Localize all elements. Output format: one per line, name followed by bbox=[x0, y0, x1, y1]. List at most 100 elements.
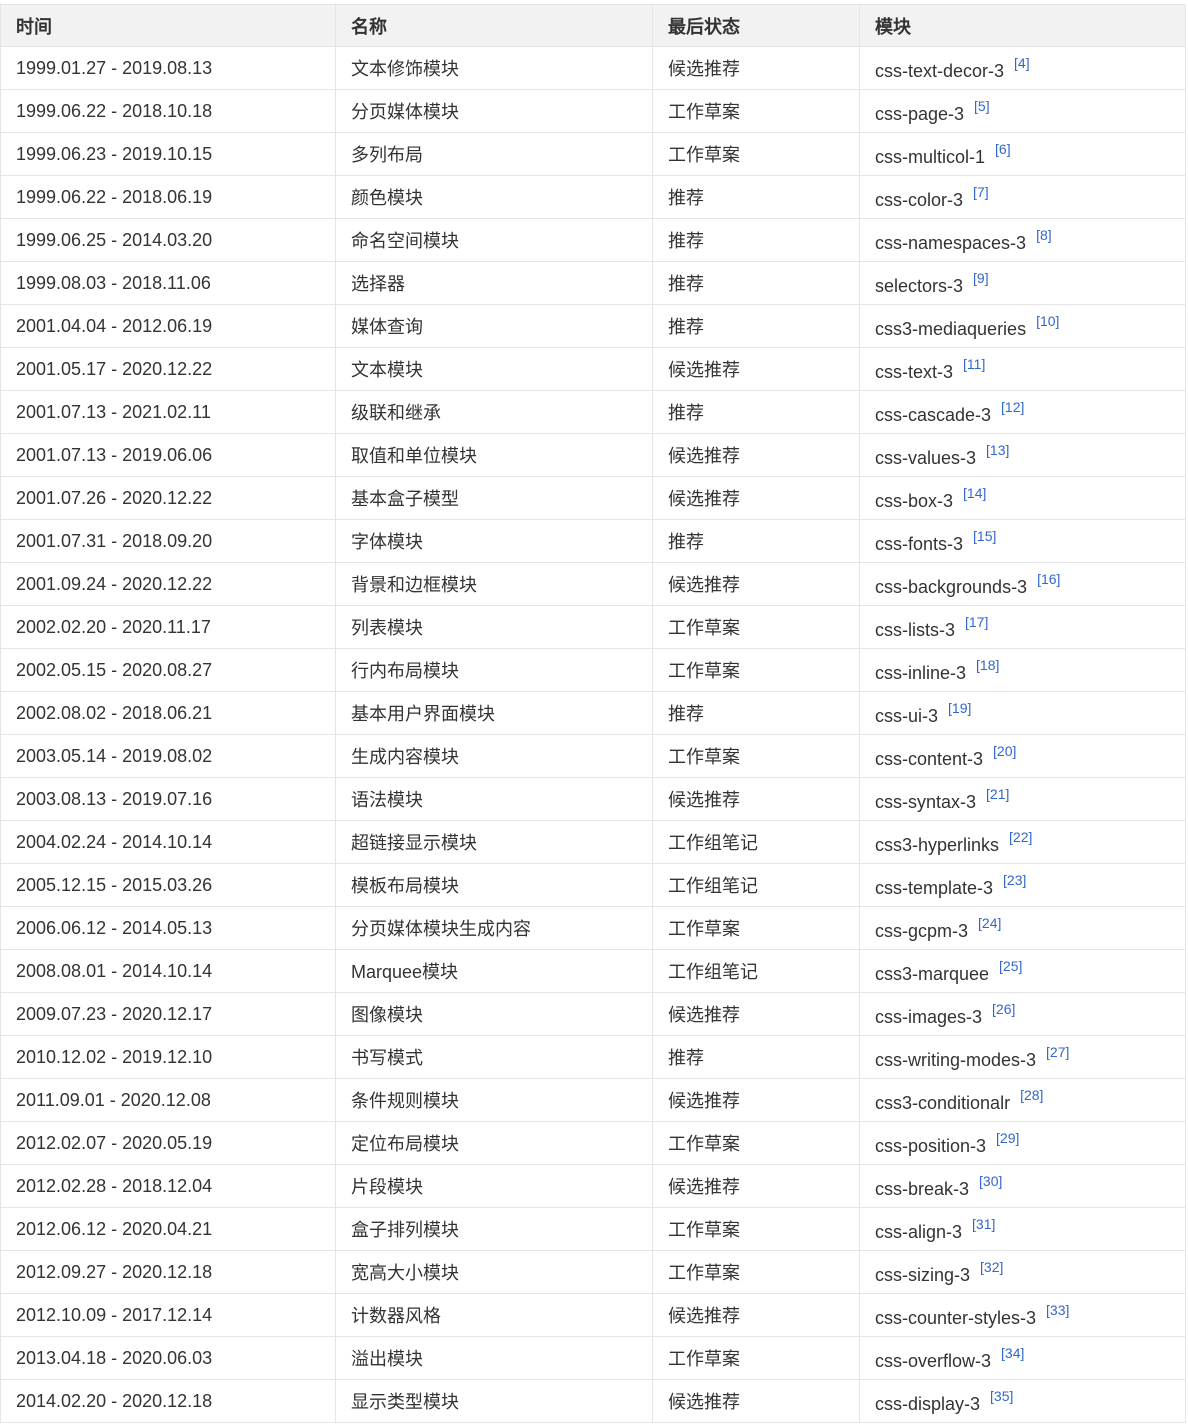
reference-link[interactable]: [15] bbox=[973, 528, 996, 544]
module-id: css-color-3 bbox=[875, 189, 964, 210]
module-id: css3-conditionalr bbox=[875, 1092, 1011, 1113]
reference-link[interactable]: [18] bbox=[976, 657, 999, 673]
module-id: css-break-3 bbox=[875, 1178, 970, 1199]
module-id: css-align-3 bbox=[875, 1221, 963, 1242]
cell-time: 1999.01.27 - 2019.08.13 bbox=[0, 46, 336, 90]
reference-link[interactable]: [26] bbox=[992, 1001, 1015, 1017]
module-id: css-syntax-3 bbox=[875, 791, 977, 812]
cell-module: css-syntax-3 [21] bbox=[859, 777, 1186, 821]
reference-link[interactable]: [10] bbox=[1036, 313, 1059, 329]
module-id: selectors-3 bbox=[875, 275, 964, 296]
cell-name: 媒体查询 bbox=[335, 304, 653, 348]
cell-module: css-values-3 [13] bbox=[859, 433, 1186, 477]
cell-status: 工作草案 bbox=[652, 906, 860, 950]
reference-link[interactable]: [21] bbox=[986, 786, 1009, 802]
reference-link[interactable]: [12] bbox=[1001, 399, 1024, 415]
cell-time: 2014.02.20 - 2020.12.18 bbox=[0, 1379, 336, 1423]
cell-status: 候选推荐 bbox=[652, 1379, 860, 1423]
reference-link[interactable]: [14] bbox=[963, 485, 986, 501]
cell-name: 分页媒体模块生成内容 bbox=[335, 906, 653, 950]
cell-time: 2013.04.18 - 2020.06.03 bbox=[0, 1336, 336, 1380]
reference-link[interactable]: [28] bbox=[1020, 1087, 1043, 1103]
reference-link[interactable]: [5] bbox=[974, 98, 990, 114]
table-row: 2003.05.14 - 2019.08.02 生成内容模块 工作草案 css-con… bbox=[0, 734, 1186, 778]
cell-status: 工作组笔记 bbox=[652, 820, 860, 864]
reference-link[interactable]: [17] bbox=[965, 614, 988, 630]
reference-link[interactable]: [34] bbox=[1001, 1345, 1024, 1361]
cell-status: 工作组笔记 bbox=[652, 949, 860, 993]
cell-time: 2003.05.14 - 2019.08.02 bbox=[0, 734, 336, 778]
reference-link[interactable]: [35] bbox=[990, 1388, 1013, 1404]
cell-time: 1999.08.03 - 2018.11.06 bbox=[0, 261, 336, 305]
module-id: css-text-decor-3 bbox=[875, 60, 1005, 81]
cell-module: css-color-3 [7] bbox=[859, 175, 1186, 219]
table-row: 2006.06.12 - 2014.05.13 分页媒体模块生成内容 工作草案 css… bbox=[0, 906, 1186, 950]
reference-link[interactable]: [31] bbox=[972, 1216, 995, 1232]
cell-status: 工作草案 bbox=[652, 734, 860, 778]
cell-status: 工作草案 bbox=[652, 648, 860, 692]
cell-name: 行内布局模块 bbox=[335, 648, 653, 692]
module-id: css-page-3 bbox=[875, 103, 965, 124]
table-row: 2001.07.26 - 2020.12.22 基本盒子模型 候选推荐 css-box… bbox=[0, 476, 1186, 520]
reference-link[interactable]: [24] bbox=[978, 915, 1001, 931]
cell-status: 候选推荐 bbox=[652, 1164, 860, 1208]
cell-name: 分页媒体模块 bbox=[335, 89, 653, 133]
reference-link[interactable]: [30] bbox=[979, 1173, 1002, 1189]
table-row: 2010.12.02 - 2019.12.10 书写模式 推荐 css-writing… bbox=[0, 1035, 1186, 1079]
cell-time: 2001.04.04 - 2012.06.19 bbox=[0, 304, 336, 348]
cell-name: 级联和继承 bbox=[335, 390, 653, 434]
cell-module: css-page-3 [5] bbox=[859, 89, 1186, 133]
cell-module: css-position-3 [29] bbox=[859, 1121, 1186, 1165]
cell-module: css-inline-3 [18] bbox=[859, 648, 1186, 692]
reference-link[interactable]: [23] bbox=[1003, 872, 1026, 888]
table-row: 2004.02.24 - 2014.10.14 超链接显示模块 工作组笔记 css3-… bbox=[0, 820, 1186, 864]
table-row: 2002.02.20 - 2020.11.17 列表模块 工作草案 css-lists… bbox=[0, 605, 1186, 649]
reference-link[interactable]: [29] bbox=[996, 1130, 1019, 1146]
cell-status: 推荐 bbox=[652, 304, 860, 348]
reference-link[interactable]: [32] bbox=[980, 1259, 1003, 1275]
reference-link[interactable]: [6] bbox=[995, 141, 1011, 157]
cell-status: 推荐 bbox=[652, 1035, 860, 1079]
css-modules-table-container: 时间 名称 最后状态 模块 1999.01.27 - 2019.08.13 文本修… bbox=[0, 4, 1186, 1423]
reference-link[interactable]: [11] bbox=[963, 356, 985, 372]
reference-link[interactable]: [20] bbox=[993, 743, 1016, 759]
reference-link[interactable]: [22] bbox=[1009, 829, 1032, 845]
module-id: css3-mediaqueries bbox=[875, 318, 1027, 339]
reference-link[interactable]: [13] bbox=[986, 442, 1009, 458]
reference-link[interactable]: [8] bbox=[1036, 227, 1052, 243]
module-id: css-inline-3 bbox=[875, 662, 967, 683]
cell-time: 2003.08.13 - 2019.07.16 bbox=[0, 777, 336, 821]
cell-status: 推荐 bbox=[652, 519, 860, 563]
cell-name: Marquee模块 bbox=[335, 949, 653, 993]
cell-name: 多列布局 bbox=[335, 132, 653, 176]
cell-status: 推荐 bbox=[652, 175, 860, 219]
reference-link[interactable]: [25] bbox=[999, 958, 1022, 974]
cell-module: css-display-3 [35] bbox=[859, 1379, 1186, 1423]
cell-status: 工作草案 bbox=[652, 132, 860, 176]
module-id: css-content-3 bbox=[875, 748, 984, 769]
cell-module: css3-conditionalr [28] bbox=[859, 1078, 1186, 1122]
cell-time: 2001.07.13 - 2021.02.11 bbox=[0, 390, 336, 434]
cell-status: 工作组笔记 bbox=[652, 863, 860, 907]
reference-link[interactable]: [9] bbox=[973, 270, 989, 286]
cell-time: 2002.08.02 - 2018.06.21 bbox=[0, 691, 336, 735]
reference-link[interactable]: [19] bbox=[948, 700, 971, 716]
cell-module: css-text-3 [11] bbox=[859, 347, 1186, 391]
header-row: 时间 名称 最后状态 模块 bbox=[0, 4, 1186, 47]
cell-time: 2002.05.15 - 2020.08.27 bbox=[0, 648, 336, 692]
cell-module: css-overflow-3 [34] bbox=[859, 1336, 1186, 1380]
cell-module: css-namespaces-3 [8] bbox=[859, 218, 1186, 262]
header-module: 模块 bbox=[859, 4, 1186, 47]
cell-time: 2004.02.24 - 2014.10.14 bbox=[0, 820, 336, 864]
reference-link[interactable]: [33] bbox=[1046, 1302, 1069, 1318]
cell-name: 定位布局模块 bbox=[335, 1121, 653, 1165]
cell-time: 2009.07.23 - 2020.12.17 bbox=[0, 992, 336, 1036]
reference-link[interactable]: [4] bbox=[1014, 55, 1030, 71]
cell-module: css-content-3 [20] bbox=[859, 734, 1186, 778]
reference-link[interactable]: [27] bbox=[1046, 1044, 1069, 1060]
reference-link[interactable]: [7] bbox=[973, 184, 989, 200]
cell-time: 2001.09.24 - 2020.12.22 bbox=[0, 562, 336, 606]
reference-link[interactable]: [16] bbox=[1037, 571, 1060, 587]
module-id: css-ui-3 bbox=[875, 705, 939, 726]
cell-module: css-writing-modes-3 [27] bbox=[859, 1035, 1186, 1079]
